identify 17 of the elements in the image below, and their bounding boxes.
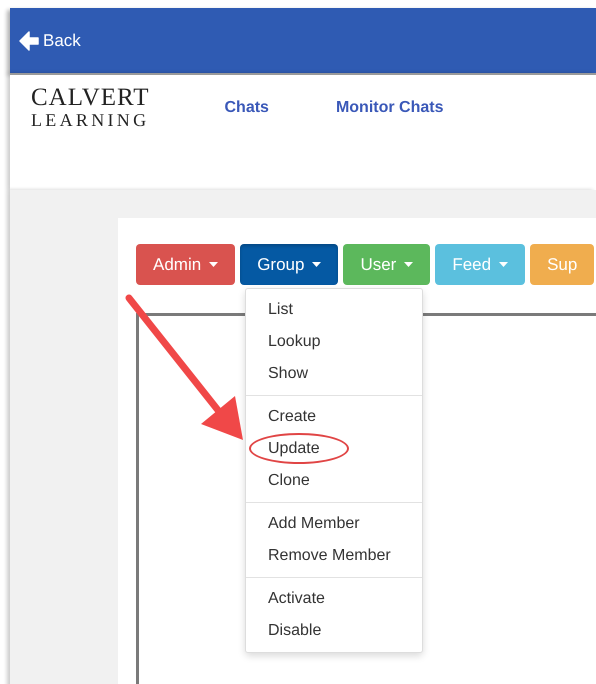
menu-item[interactable]: Activate	[246, 583, 422, 615]
menu-item[interactable]: Add Member	[246, 508, 422, 540]
menu-item[interactable]: Create	[246, 401, 422, 433]
back-button[interactable]: Back	[18, 30, 81, 52]
dropdown-button[interactable]: Group	[240, 244, 338, 285]
logo: CALVERT LEARNING	[31, 85, 150, 129]
dropdown-button[interactable]: Admin	[136, 244, 236, 285]
menu-item[interactable]: Update	[246, 433, 422, 465]
back-arrow-icon	[18, 30, 40, 52]
nav-link[interactable]: Chats	[224, 99, 269, 117]
menu-item[interactable]: List	[246, 294, 422, 326]
menu-item[interactable]: Clone	[246, 465, 422, 497]
menu-item[interactable]: Remove Member	[246, 540, 422, 572]
menu-item[interactable]: Show	[246, 358, 422, 390]
nav-link[interactable]: Monitor Chats	[336, 99, 444, 117]
menu-item[interactable]: Disable	[246, 615, 422, 647]
menu-item[interactable]: Lookup	[246, 326, 422, 358]
